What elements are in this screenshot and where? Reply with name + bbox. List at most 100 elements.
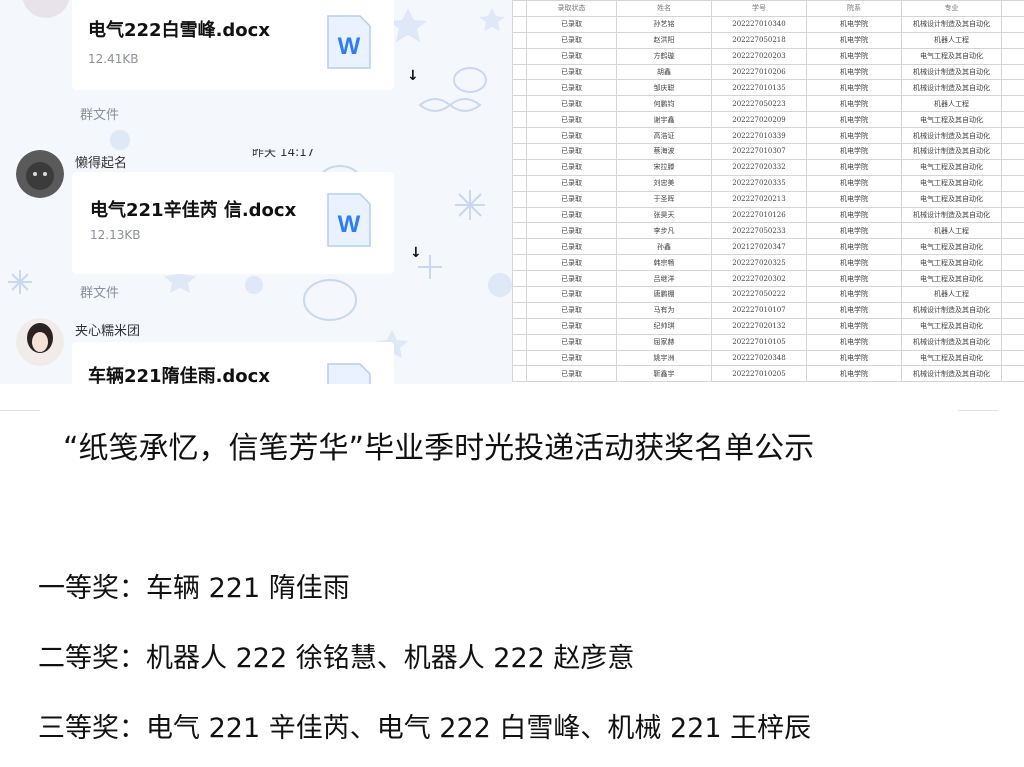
table-cell[interactable]: 孙艺铭 — [616, 15, 712, 33]
table-cell[interactable]: 李步凡 — [616, 222, 712, 240]
table-cell[interactable]: 纪帅琪 — [616, 317, 712, 335]
table-cell[interactable]: 已录取 — [526, 349, 617, 367]
avatar[interactable] — [16, 150, 64, 198]
table-cell[interactable]: 机电学院 — [806, 286, 902, 303]
table-cell[interactable]: 已录取 — [526, 317, 617, 335]
table-cell[interactable]: 机电学院 — [806, 31, 902, 49]
table-cell[interactable]: 机器人工程 — [901, 222, 1002, 240]
table-cell[interactable]: 电气工程及其自动化 — [901, 349, 1002, 367]
table-cell[interactable]: 高浩证 — [616, 127, 712, 145]
table-cell[interactable]: 宋拉滕 — [616, 158, 712, 176]
table-cell[interactable]: 韩宗畅 — [616, 254, 712, 272]
table-cell[interactable]: 202227010206 — [711, 63, 807, 81]
table-cell[interactable]: 机电学院 — [806, 317, 902, 335]
table-cell[interactable]: 202127020347 — [711, 238, 807, 256]
table-cell[interactable]: 机电学院 — [806, 365, 902, 383]
table-cell[interactable]: 已录取 — [526, 222, 617, 240]
table-cell[interactable]: 已录取 — [526, 31, 617, 49]
table-cell[interactable]: 机电学院 — [806, 349, 902, 367]
table-cell[interactable]: 202227020302 — [711, 270, 807, 288]
table-cell[interactable]: 姚宇洲 — [616, 349, 712, 367]
table-cell[interactable]: 已录取 — [526, 63, 617, 81]
table-cell[interactable]: 电气工程及其自动化 — [901, 111, 1002, 129]
table-cell[interactable]: 机电学院 — [806, 79, 902, 97]
table-cell[interactable]: 电气工程及其自动化 — [901, 47, 1002, 65]
table-cell[interactable]: 于圣晖 — [616, 190, 712, 208]
table-cell[interactable]: 机电学院 — [806, 174, 902, 192]
table-cell[interactable]: 电气工程及其自动化 — [901, 238, 1002, 256]
table-cell[interactable]: 何鹏钧 — [616, 95, 712, 113]
table-cell[interactable]: 已录取 — [526, 254, 617, 272]
table-cell[interactable]: 谢宇鑫 — [616, 111, 712, 129]
word-doc-icon[interactable]: W — [324, 12, 374, 72]
table-cell[interactable]: 202227020348 — [711, 349, 807, 367]
table-cell[interactable]: 电气工程及其自动化 — [901, 317, 1002, 335]
table-cell[interactable]: 202227020335 — [711, 174, 807, 192]
table-cell[interactable]: 机电学院 — [806, 158, 902, 176]
table-cell[interactable]: 机电学院 — [806, 143, 902, 160]
table-cell[interactable]: 机电学院 — [806, 301, 902, 319]
table-cell[interactable]: 机电学院 — [806, 238, 902, 256]
table-cell[interactable]: 202227010107 — [711, 301, 807, 319]
table-cell[interactable]: 已录取 — [526, 286, 617, 303]
table-cell[interactable]: 202227020332 — [711, 158, 807, 176]
table-cell[interactable]: 已录取 — [526, 79, 617, 97]
table-cell[interactable]: 靳鑫宇 — [616, 365, 712, 383]
table-cell[interactable]: 202227010205 — [711, 365, 807, 383]
table-cell[interactable]: 张昊天 — [616, 206, 712, 224]
download-arrow-icon[interactable]: ↓ — [407, 68, 419, 84]
table-cell[interactable]: 机械设计制造及其自动化 — [901, 79, 1002, 97]
table-cell[interactable]: 202227050223 — [711, 95, 807, 113]
table-cell[interactable]: 机电学院 — [806, 47, 902, 65]
table-cell[interactable]: 孙鑫 — [616, 238, 712, 256]
table-cell[interactable]: 已录取 — [526, 174, 617, 192]
table-cell[interactable]: 已录取 — [526, 365, 617, 383]
table-cell[interactable]: 方鹤璇 — [616, 47, 712, 65]
table-cell[interactable]: 胡鑫 — [616, 63, 712, 81]
table-cell[interactable]: 马有为 — [616, 301, 712, 319]
table-cell[interactable]: 电气工程及其自动化 — [901, 174, 1002, 192]
table-cell[interactable]: 机电学院 — [806, 270, 902, 288]
table-cell[interactable]: 机械设计制造及其自动化 — [901, 63, 1002, 81]
table-cell[interactable]: 202227010340 — [711, 15, 807, 33]
table-cell[interactable]: 电气工程及其自动化 — [901, 254, 1002, 272]
table-cell[interactable]: 电气工程及其自动化 — [901, 190, 1002, 208]
table-cell[interactable]: 机械设计制造及其自动化 — [901, 365, 1002, 383]
file-message-card[interactable]: 电气221辛佳芮 信.docx 12.13KB W — [72, 172, 394, 274]
table-cell[interactable]: 刘忠美 — [616, 174, 712, 192]
table-cell[interactable]: 机器人工程 — [901, 286, 1002, 303]
table-cell[interactable]: 202227020213 — [711, 190, 807, 208]
table-cell[interactable]: 已录取 — [526, 190, 617, 208]
table-cell[interactable]: 已录取 — [526, 111, 617, 129]
table-cell[interactable]: 已录取 — [526, 143, 617, 160]
table-cell[interactable]: 已录取 — [526, 301, 617, 319]
table-cell[interactable]: 电气工程及其自动化 — [901, 158, 1002, 176]
table-cell[interactable]: 202227010126 — [711, 206, 807, 224]
table-cell[interactable]: 邹庆聪 — [616, 79, 712, 97]
table-cell[interactable]: 202227010307 — [711, 143, 807, 160]
file-message-card[interactable]: 电气222白雪峰.docx 12.41KB W — [72, 0, 394, 90]
table-cell[interactable]: 机电学院 — [806, 63, 902, 81]
table-cell[interactable]: 机器人工程 — [901, 95, 1002, 113]
table-cell[interactable]: 机器人工程 — [901, 31, 1002, 49]
word-doc-icon[interactable]: W — [324, 190, 374, 250]
table-cell[interactable]: 已录取 — [526, 158, 617, 176]
table-cell[interactable]: 202227020203 — [711, 47, 807, 65]
table-cell[interactable]: 202227050218 — [711, 31, 807, 49]
table-cell[interactable]: 机电学院 — [806, 222, 902, 240]
table-cell[interactable]: 唐鹏棚 — [616, 286, 712, 303]
table-cell[interactable]: 电气工程及其自动化 — [901, 270, 1002, 288]
table-cell[interactable]: 已录取 — [526, 270, 617, 288]
table-cell[interactable]: 202227020132 — [711, 317, 807, 335]
table-cell[interactable]: 赵洪阳 — [616, 31, 712, 49]
file-name[interactable]: 电气222白雪峰.docx — [88, 16, 270, 42]
table-cell[interactable]: 机械设计制造及其自动化 — [901, 15, 1002, 33]
table-cell[interactable]: 机械设计制造及其自动化 — [901, 206, 1002, 224]
avatar[interactable] — [16, 318, 64, 366]
table-cell[interactable]: 202227050233 — [711, 222, 807, 240]
table-cell[interactable]: 机电学院 — [806, 15, 902, 33]
table-cell[interactable]: 已录取 — [526, 95, 617, 113]
table-cell[interactable]: 机电学院 — [806, 95, 902, 113]
file-name[interactable]: 车辆221隋佳雨.docx — [88, 362, 270, 384]
table-cell[interactable]: 蔡海波 — [616, 143, 712, 160]
